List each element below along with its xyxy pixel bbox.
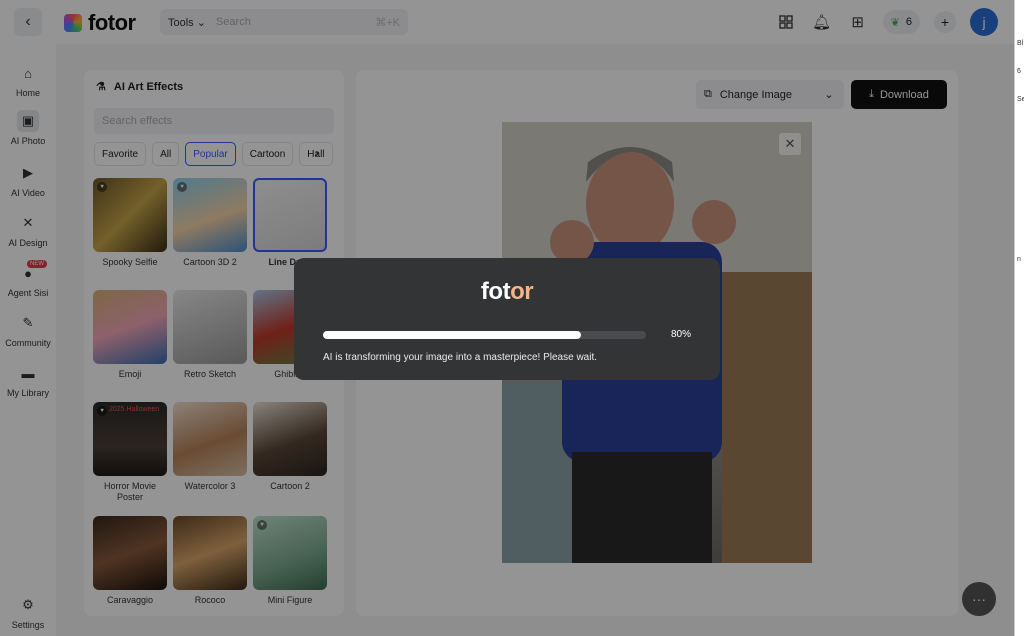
modal-brand-logo: fotor [294,278,720,306]
progress-fill [323,331,582,339]
processing-modal: fotor 80% AI is transforming your image … [294,258,720,380]
strip-text: n [1017,256,1021,263]
progress-percent: 80% [671,329,692,340]
background-window-strip: Bl 6 Se n [1014,0,1024,636]
brand-accent: or [510,278,534,305]
progress-bar [323,331,646,339]
brand-part: ot [488,278,511,305]
strip-text: Bl [1017,40,1024,47]
strip-text: 6 [1017,68,1021,75]
strip-text: Se [1017,96,1024,103]
progress-message: AI is transforming your image into a mas… [323,352,598,363]
